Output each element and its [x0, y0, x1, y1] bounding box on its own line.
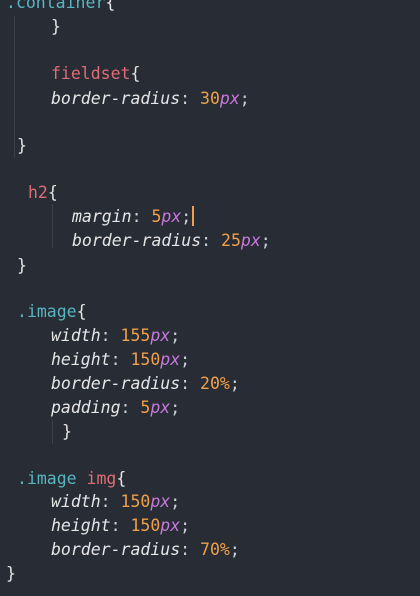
code-line-image-radius[interactable]: border-radius: 20%;: [51, 372, 240, 396]
property-name: height: [51, 516, 111, 535]
code-line-h2-close[interactable]: }: [17, 254, 27, 278]
unit: px: [161, 207, 182, 226]
property-name: height: [51, 350, 111, 369]
property-name: border-radius: [51, 89, 181, 108]
selector-image: image: [26, 469, 77, 488]
class-dot: .: [6, 0, 16, 12]
code-line-image-height[interactable]: height: 150px;: [51, 348, 190, 372]
code-line-container-close[interactable]: }: [51, 15, 61, 39]
unit: px: [150, 492, 171, 511]
open-brace: {: [116, 469, 127, 488]
class-dot: .: [17, 302, 27, 321]
class-dot: .: [17, 469, 27, 488]
property-name: border-radius: [51, 374, 181, 393]
property-name: width: [51, 492, 101, 511]
property-name: margin: [72, 207, 132, 226]
property-name: padding: [51, 398, 121, 417]
open-brace: {: [105, 0, 116, 12]
code-line-fieldset-open[interactable]: fieldset{: [51, 62, 140, 86]
close-brace: }: [17, 256, 27, 275]
unit: px: [240, 231, 261, 250]
indent-guide: [52, 420, 53, 444]
code-line-h2-open[interactable]: h2{: [28, 181, 58, 205]
code-line-image-close[interactable]: }: [62, 420, 72, 444]
code-line-img-radius[interactable]: border-radius: 70%;: [51, 538, 240, 562]
code-line-h2-radius[interactable]: border-radius: 25px;: [72, 229, 271, 253]
unit: px: [160, 350, 181, 369]
code-line-image-padding[interactable]: padding: 5px;: [51, 396, 180, 420]
code-line-image-img-open[interactable]: .image img{: [17, 467, 126, 491]
code-line-img-width[interactable]: width: 150px;: [51, 490, 180, 514]
open-brace: {: [76, 302, 87, 321]
code-line-image-open[interactable]: .image{: [17, 300, 87, 324]
selector-image: image: [26, 302, 77, 321]
code-line-container-open[interactable]: .container{: [6, 0, 115, 15]
unit: px: [150, 326, 171, 345]
unit: px: [219, 89, 240, 108]
text-cursor: [192, 206, 195, 226]
close-brace: }: [62, 422, 72, 441]
selector-img: img: [86, 469, 117, 488]
indent-guide: [14, 16, 15, 158]
code-line-fieldset-close[interactable]: }: [17, 134, 27, 158]
property-name: border-radius: [51, 540, 181, 559]
unit: px: [160, 516, 181, 535]
code-line-image-width[interactable]: width: 155px;: [51, 324, 180, 348]
property-name: width: [51, 326, 101, 345]
selector-fieldset: fieldset: [51, 64, 131, 83]
property-name: border-radius: [72, 231, 202, 250]
number-value: 150: [120, 492, 151, 511]
close-brace: }: [51, 17, 61, 36]
open-brace: {: [130, 64, 141, 83]
number-value: 70%: [200, 540, 230, 559]
selector-container: container: [15, 0, 106, 12]
number-value: 20%: [200, 374, 230, 393]
number-value: 150: [130, 516, 161, 535]
number-value: 150: [130, 350, 161, 369]
number-value: 5: [140, 398, 151, 417]
number-value: 5: [151, 207, 162, 226]
close-brace: }: [6, 564, 16, 583]
close-brace: }: [17, 136, 27, 155]
code-line-img-height[interactable]: height: 150px;: [51, 514, 190, 538]
indent-guide: [52, 204, 53, 248]
selector-h2: h2: [28, 183, 48, 202]
unit: px: [150, 398, 171, 417]
number-value: 155: [120, 326, 151, 345]
code-editor[interactable]: .container{ } fieldset{ border-radius: 3…: [0, 0, 420, 596]
code-line-fieldset-radius[interactable]: border-radius: 30px;: [51, 87, 250, 111]
number-value: 25: [221, 231, 241, 250]
code-line-img-close[interactable]: }: [6, 562, 16, 586]
code-line-h2-margin[interactable]: margin: 5px;: [72, 205, 195, 229]
open-brace: {: [47, 183, 58, 202]
number-value: 30: [200, 89, 220, 108]
